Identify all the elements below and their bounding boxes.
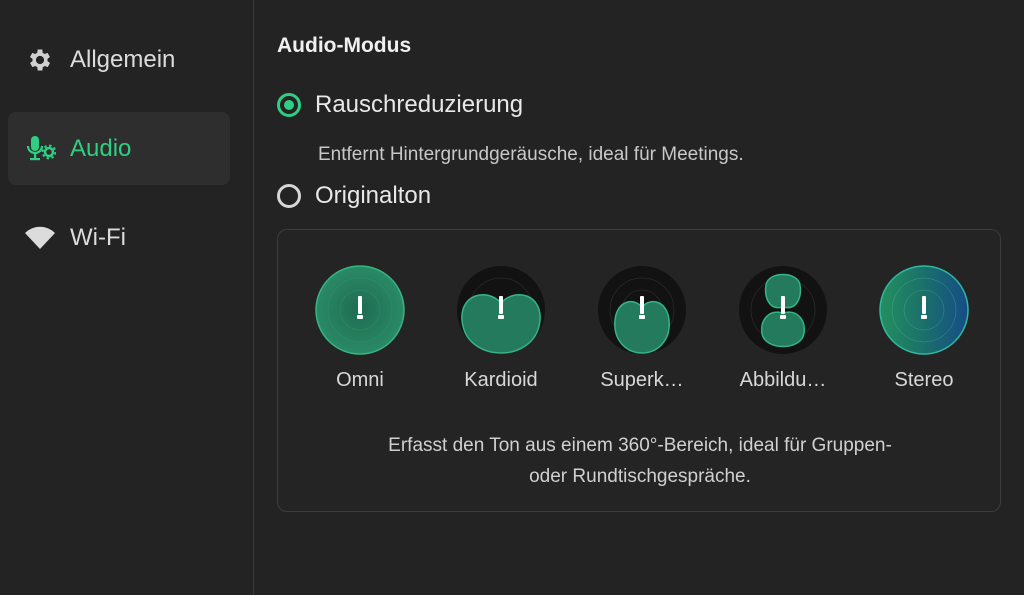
- radio-unselected-icon[interactable]: [277, 184, 301, 208]
- supercardioid-pattern-icon: [598, 266, 686, 354]
- pickup-mode-label: Superk…: [600, 369, 684, 391]
- pickup-mode-superkardioid[interactable]: Superk…: [582, 265, 702, 392]
- option-rauschreduzierung[interactable]: Rauschreduzierung: [277, 91, 523, 119]
- microphone-settings-icon: [22, 131, 58, 167]
- pickup-description: Erfasst den Ton aus einem 360°-Bereich, …: [278, 430, 1002, 492]
- sidebar-item-allgemein[interactable]: Allgemein: [8, 23, 230, 96]
- pickup-mode-label: Kardioid: [464, 369, 538, 391]
- section-title: Audio-Modus: [277, 34, 412, 57]
- gear-icon: [22, 42, 58, 78]
- option-description: Entfernt Hintergrundgeräusche, ideal für…: [318, 144, 744, 165]
- pickup-mode-label: Omni: [336, 369, 384, 391]
- pickup-mode-abbildung[interactable]: Abbildu…: [723, 265, 843, 392]
- figure-eight-pattern-icon: [739, 266, 827, 354]
- pickup-mode-stereo[interactable]: Stereo: [864, 265, 984, 392]
- pickup-mode-omni[interactable]: Omni: [300, 265, 420, 392]
- sidebar-item-audio[interactable]: Audio: [8, 112, 230, 185]
- option-label: Originalton: [315, 182, 432, 209]
- audio-settings-main: Audio-Modus Rauschreduzierung Entfernt H…: [254, 0, 1024, 595]
- sidebar-item-wifi[interactable]: Wi-Fi: [8, 201, 230, 274]
- wifi-icon: [22, 220, 58, 256]
- omni-pattern-icon: [315, 265, 405, 355]
- cardioid-pattern-icon: [457, 266, 545, 354]
- option-label: Rauschreduzierung: [315, 91, 524, 118]
- pickup-mode-kardioid[interactable]: Kardioid: [441, 265, 561, 392]
- sidebar-item-label: Wi-Fi: [70, 223, 126, 251]
- stereo-pattern-icon: [879, 265, 969, 355]
- option-originalton[interactable]: Originalton: [277, 182, 431, 210]
- pickup-mode-label: Abbildu…: [739, 369, 827, 391]
- sidebar-item-label: Allgemein: [70, 45, 176, 73]
- pickup-mode-label: Stereo: [894, 369, 954, 391]
- radio-selected-icon[interactable]: [277, 93, 301, 117]
- pickup-pattern-panel: Omni Kardioid Superk… Abbildu… Stereo Er…: [277, 229, 1001, 512]
- sidebar: Allgemein Audio Wi-Fi: [0, 0, 254, 595]
- pickup-description-line: oder Rundtischgespräche.: [529, 466, 751, 487]
- sidebar-item-label: Audio: [70, 134, 132, 162]
- pickup-description-line: Erfasst den Ton aus einem 360°-Bereich, …: [388, 435, 892, 456]
